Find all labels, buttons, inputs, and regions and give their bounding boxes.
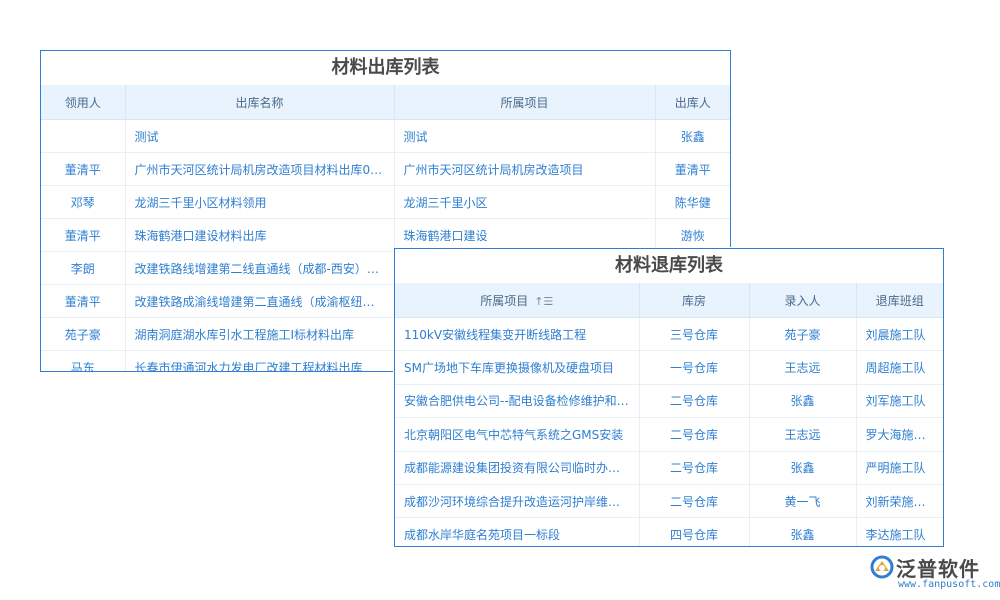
column-header-project[interactable]: 所属项目 [394, 85, 656, 120]
table-row[interactable]: 成都沙河环境综合提升改造运河护岸维修… 二号仓库 黄一飞 刘新荣施工队 [395, 484, 943, 519]
cell-entered-by: 苑子豪 [749, 317, 857, 352]
cell-entered-by: 张鑫 [749, 517, 857, 546]
cell-warehouse: 四号仓库 [639, 517, 750, 546]
cell-recipient: 马东 [41, 350, 126, 371]
return-table: 所属项目 ↑☰ 库房 录入人 退库班组 110kV安徽线程集变开断线路工程 三号仓… [395, 283, 943, 546]
cell-project[interactable]: 成都沙河环境综合提升改造运河护岸维修… [395, 484, 640, 519]
outbound-list-title: 材料出库列表 [41, 51, 730, 85]
return-header-row: 所属项目 ↑☰ 库房 录入人 退库班组 [395, 283, 943, 318]
brand-url: www.fanpusoft.com [898, 579, 1000, 590]
cell-recipient: 李朗 [41, 251, 126, 285]
cell-outbound-name[interactable]: 湖南洞庭湖水库引水工程施工I标材料出库 [125, 317, 395, 351]
cell-outbound-name[interactable]: 珠海鹤港口建设材料出库 [125, 218, 395, 252]
return-list-panel: 材料退库列表 所属项目 ↑☰ 库房 录入人 退库班组 110kV安徽线程集变开断线… [394, 248, 944, 547]
cell-project[interactable]: 成都水岸华庭名苑项目一标段 [395, 517, 640, 546]
column-header-recipient[interactable]: 领用人 [41, 85, 126, 120]
cell-return-team: 周超施工队 [856, 350, 943, 385]
cell-return-team: 严明施工队 [856, 451, 943, 485]
table-row[interactable]: 成都水岸华庭名苑项目一标段 四号仓库 张鑫 李达施工队 [395, 517, 943, 546]
cell-return-team: 刘晨施工队 [856, 317, 943, 352]
cell-outbound-name[interactable]: 改建铁路成渝线增建第二直通线（成渝枢纽）电… [125, 284, 395, 318]
table-row[interactable]: 董清平 广州市天河区统计局机房改造项目材料出库0225 广州市天河区统计局机房改… [41, 152, 730, 186]
cell-return-team: 罗大海施工队 [856, 417, 943, 452]
cell-recipient: 董清平 [41, 284, 126, 318]
column-header-return-team[interactable]: 退库班组 [856, 283, 943, 318]
table-row[interactable]: 成都能源建设集团投资有限公司临时办公… 二号仓库 张鑫 严明施工队 [395, 451, 943, 485]
column-header-issuer[interactable]: 出库人 [655, 85, 730, 120]
cell-project: 龙湖三千里小区 [394, 185, 656, 219]
cell-project: 珠海鹤港口建设 [394, 218, 656, 252]
table-row[interactable]: 北京朝阳区电气中芯特气系统之GMS安装 二号仓库 王志远 罗大海施工队 [395, 417, 943, 452]
table-row[interactable]: 邓琴 龙湖三千里小区材料领用 龙湖三千里小区 陈华健 [41, 185, 730, 219]
cell-outbound-name[interactable]: 广州市天河区统计局机房改造项目材料出库0225 [125, 152, 395, 186]
cell-recipient: 董清平 [41, 152, 126, 186]
column-header-entered-by[interactable]: 录入人 [749, 283, 857, 318]
column-header-outbound-name[interactable]: 出库名称 [125, 85, 395, 120]
table-row[interactable]: SM广场地下车库更换摄像机及硬盘项目 一号仓库 王志远 周超施工队 [395, 350, 943, 385]
cell-outbound-name[interactable]: 长春市伊通河水力发电厂改建工程材料出库 [125, 350, 395, 371]
cell-project[interactable]: SM广场地下车库更换摄像机及硬盘项目 [395, 350, 640, 385]
cell-return-team: 李达施工队 [856, 517, 943, 546]
cell-entered-by: 王志远 [749, 417, 857, 452]
cell-project: 广州市天河区统计局机房改造项目 [394, 152, 656, 186]
table-row[interactable]: 110kV安徽线程集变开断线路工程 三号仓库 苑子豪 刘晨施工队 [395, 317, 943, 352]
return-list-title: 材料退库列表 [395, 249, 943, 283]
column-header-warehouse[interactable]: 库房 [639, 283, 750, 318]
cell-entered-by: 王志远 [749, 350, 857, 385]
cell-issuer: 陈华健 [655, 185, 730, 219]
cell-entered-by: 张鑫 [749, 451, 857, 485]
brand-logo-icon [870, 555, 894, 579]
cell-return-team: 刘军施工队 [856, 384, 943, 419]
cell-entered-by: 黄一飞 [749, 484, 857, 519]
cell-project[interactable]: 110kV安徽线程集变开断线路工程 [395, 317, 640, 352]
brand-name: 泛普软件 [896, 557, 980, 581]
cell-warehouse: 二号仓库 [639, 417, 750, 452]
cell-recipient: 苑子豪 [41, 317, 126, 351]
table-row[interactable]: 测试 测试 张鑫 [41, 119, 730, 153]
cell-warehouse: 二号仓库 [639, 384, 750, 419]
cell-project[interactable]: 北京朝阳区电气中芯特气系统之GMS安装 [395, 417, 640, 452]
cell-recipient: 董清平 [41, 218, 126, 252]
cell-outbound-name[interactable]: 测试 [125, 119, 395, 153]
cell-return-team: 刘新荣施工队 [856, 484, 943, 519]
cell-warehouse: 一号仓库 [639, 350, 750, 385]
cell-project[interactable]: 成都能源建设集团投资有限公司临时办公… [395, 451, 640, 485]
column-header-project[interactable]: 所属项目 ↑☰ [395, 283, 640, 318]
cell-project[interactable]: 安徽合肥供电公司--配电设备检修维护和改造 [395, 384, 640, 419]
cell-recipient [41, 119, 126, 153]
table-row[interactable]: 安徽合肥供电公司--配电设备检修维护和改造 二号仓库 张鑫 刘军施工队 [395, 384, 943, 419]
sort-icon[interactable]: ↑☰ [534, 295, 553, 308]
cell-entered-by: 张鑫 [749, 384, 857, 419]
cell-warehouse: 二号仓库 [639, 484, 750, 519]
cell-outbound-name[interactable]: 改建铁路线增建第二线直通线（成都-西安）电… [125, 251, 395, 285]
table-row[interactable]: 董清平 珠海鹤港口建设材料出库 珠海鹤港口建设 游恢 [41, 218, 730, 252]
cell-issuer: 董清平 [655, 152, 730, 186]
cell-warehouse: 三号仓库 [639, 317, 750, 352]
column-header-project-label: 所属项目 [480, 293, 529, 308]
cell-recipient: 邓琴 [41, 185, 126, 219]
outbound-header-row: 领用人 出库名称 所属项目 出库人 [41, 85, 730, 120]
cell-issuer: 张鑫 [655, 119, 730, 153]
cell-project: 测试 [394, 119, 656, 153]
brand-logo: 泛普软件 www.fanpusoft.com [870, 553, 1000, 593]
cell-outbound-name[interactable]: 龙湖三千里小区材料领用 [125, 185, 395, 219]
cell-issuer: 游恢 [655, 218, 730, 252]
cell-warehouse: 二号仓库 [639, 451, 750, 485]
